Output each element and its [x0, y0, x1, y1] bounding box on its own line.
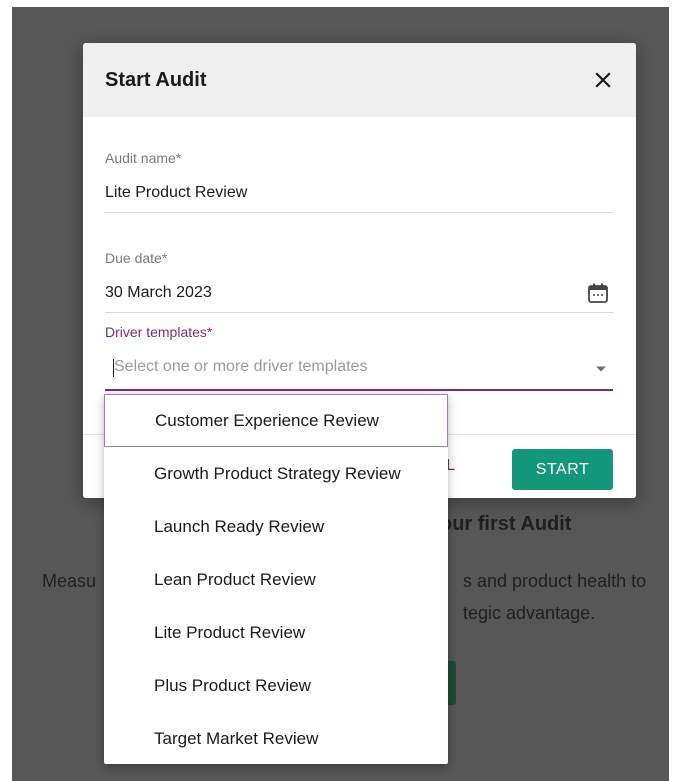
chevron-down-icon[interactable] [595, 365, 607, 373]
background-text: tegic advantage. [463, 603, 596, 623]
driver-templates-placeholder: Select one or more driver templates [114, 358, 368, 375]
background-text: s and product health to [463, 571, 647, 591]
driver-templates-select[interactable]: Select one or more driver templates [105, 358, 613, 391]
screen: our first Audit Measu s and product heal… [0, 0, 677, 781]
dialog-title: Start Audit [105, 69, 207, 91]
option-launch-ready-review[interactable]: Launch Ready Review [104, 500, 448, 553]
option-plus-product-review[interactable]: Plus Product Review [104, 659, 448, 712]
option-lite-product-review[interactable]: Lite Product Review [104, 606, 448, 659]
calendar-button[interactable] [587, 282, 609, 304]
close-icon [595, 72, 611, 88]
background-heading: our first Audit [440, 513, 572, 535]
audit-name-label: Audit name* [105, 150, 182, 166]
driver-templates-listbox: Customer Experience Review Growth Produc… [104, 394, 448, 764]
driver-templates-field[interactable]: Driver templates* Select one or more dri… [105, 324, 613, 391]
start-button[interactable]: START [512, 449, 613, 490]
window-edge [669, 0, 677, 781]
calendar-icon [588, 283, 608, 303]
due-date-value: 30 March 2023 [105, 284, 212, 301]
background-text: Measu [42, 571, 97, 591]
dialog-header: Start Audit [83, 43, 636, 117]
audit-name-input[interactable]: Lite Product Review [105, 184, 613, 213]
due-date-label: Due date* [105, 250, 168, 266]
audit-name-field[interactable]: Audit name* Lite Product Review [105, 150, 613, 213]
option-target-market-review[interactable]: Target Market Review [104, 712, 448, 765]
due-date-input[interactable]: 30 March 2023 [105, 282, 613, 313]
option-growth-product-strategy-review[interactable]: Growth Product Strategy Review [104, 447, 448, 500]
due-date-field[interactable]: Due date* 30 March 2023 [105, 250, 613, 313]
option-customer-experience-review[interactable]: Customer Experience Review [104, 394, 448, 447]
close-button[interactable] [588, 65, 618, 95]
driver-templates-label: Driver templates* [105, 324, 213, 340]
option-lean-product-review[interactable]: Lean Product Review [104, 553, 448, 606]
